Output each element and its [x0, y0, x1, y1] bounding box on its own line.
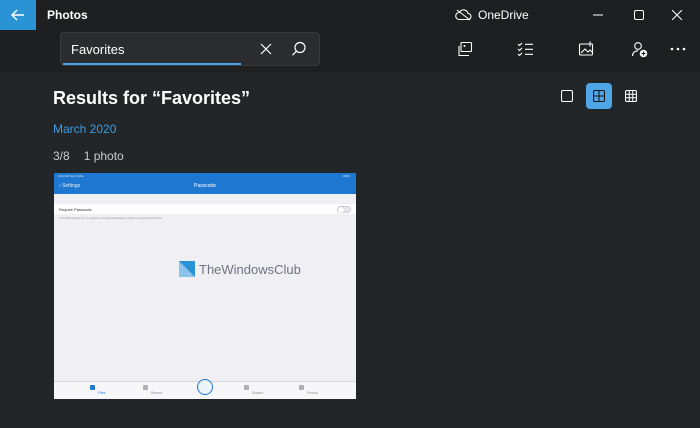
- onedrive-label: OneDrive: [478, 8, 529, 22]
- thumb-files-icon: [90, 385, 95, 390]
- photo-thumbnail[interactable]: 9:41 AM Sun 8 Mar 100% ‹ Settings Passco…: [54, 173, 356, 399]
- add-to-album-button[interactable]: [576, 39, 596, 59]
- thumb-tab-recent: Recent: [151, 391, 163, 395]
- thumb-tab-photos: Photos: [307, 391, 318, 395]
- more-icon: [670, 47, 686, 51]
- search-icon: [292, 41, 306, 56]
- add-to-album-icon: [578, 41, 593, 56]
- search-submit-button[interactable]: [290, 40, 308, 58]
- thumb-camera-button: [197, 379, 213, 395]
- large-tiles-icon: [561, 90, 573, 102]
- medium-tiles-icon: [593, 90, 605, 102]
- close-icon: [260, 43, 272, 55]
- thumb-toggle: [337, 206, 351, 213]
- minimize-icon: [593, 14, 603, 16]
- thumb-nav-bar: ‹ Settings Passcode: [54, 179, 356, 194]
- select-button[interactable]: [515, 39, 535, 59]
- maximize-icon: [634, 10, 644, 20]
- result-position: 3/8: [53, 149, 70, 163]
- search-input[interactable]: Favorites: [71, 42, 124, 57]
- thumb-tab-files: Files: [98, 391, 106, 395]
- thumb-setting-description: Turn this feature on to require a 4-digi…: [59, 216, 163, 220]
- import-button[interactable]: [455, 39, 475, 59]
- minimize-button[interactable]: [575, 0, 621, 30]
- app-title: Photos: [47, 8, 88, 22]
- search-box[interactable]: Favorites: [60, 32, 320, 66]
- windows-club-logo-icon: [179, 261, 195, 277]
- thumb-photos-icon: [299, 385, 304, 390]
- close-icon: [672, 10, 682, 20]
- more-button[interactable]: [668, 39, 688, 59]
- thumb-setting-label: Require Passcode: [59, 207, 92, 212]
- thumb-tab-shared: Shared: [252, 391, 264, 395]
- view-large-button[interactable]: [554, 83, 580, 109]
- small-tiles-icon: [625, 90, 637, 102]
- thumb-status-time: 9:41 AM Sun 8 Mar: [58, 174, 84, 178]
- watermark-text: TheWindowsClub: [199, 261, 301, 277]
- add-people-icon: [631, 41, 647, 57]
- cloud-offline-icon: [455, 9, 472, 21]
- date-group-link[interactable]: March 2020: [53, 122, 116, 136]
- back-button[interactable]: [0, 0, 36, 30]
- add-people-button[interactable]: [629, 39, 649, 59]
- arrow-left-icon: [11, 9, 24, 21]
- result-count-row: 3/8 1 photo: [53, 149, 124, 163]
- import-photos-icon: [458, 41, 473, 57]
- result-count: 1 photo: [83, 149, 124, 163]
- search-focus-underline: [63, 63, 241, 65]
- watermark: TheWindowsClub: [179, 261, 301, 277]
- onedrive-status[interactable]: OneDrive: [455, 7, 529, 23]
- thumb-status-battery: 100%: [342, 174, 350, 178]
- view-small-button[interactable]: [618, 83, 644, 109]
- thumb-shared-icon: [244, 385, 249, 390]
- thumb-recent-icon: [143, 385, 148, 390]
- close-button[interactable]: [654, 0, 700, 30]
- thumb-nav-title: Passcode: [194, 183, 216, 189]
- view-medium-button[interactable]: [586, 83, 612, 109]
- thumb-setting-row: Require Passcode: [54, 204, 356, 214]
- select-icon: [517, 42, 533, 57]
- results-heading: Results for “Favorites”: [53, 88, 251, 108]
- search-clear-button[interactable]: [258, 41, 274, 57]
